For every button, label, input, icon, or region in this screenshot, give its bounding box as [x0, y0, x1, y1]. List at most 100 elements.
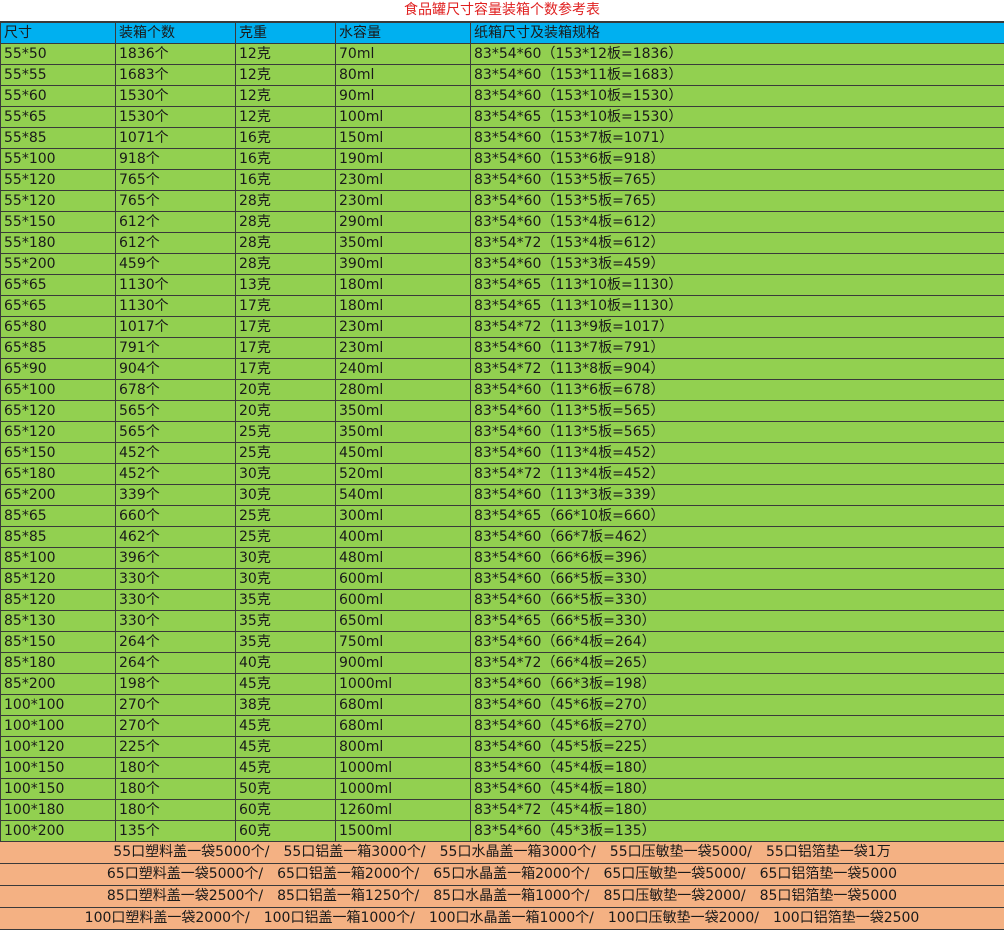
cell-capacity[interactable]: 1500ml [336, 821, 471, 842]
cell-size[interactable]: 65*80 [1, 317, 116, 338]
cell-capacity[interactable]: 650ml [336, 611, 471, 632]
cell-count[interactable]: 612个 [116, 212, 236, 233]
cell-count[interactable]: 264个 [116, 632, 236, 653]
cell-size[interactable]: 100*180 [1, 800, 116, 821]
cell-carton[interactable]: 83*54*65（153*10板=1530） [471, 107, 1004, 128]
cell-carton[interactable]: 83*54*72（153*4板=612） [471, 233, 1004, 254]
cell-carton[interactable]: 83*54*60（45*4板=180） [471, 758, 1004, 779]
cell-weight[interactable]: 35克 [236, 590, 336, 611]
cell-size[interactable]: 65*150 [1, 443, 116, 464]
cell-size[interactable]: 55*50 [1, 44, 116, 65]
cell-count[interactable]: 135个 [116, 821, 236, 842]
cell-size[interactable]: 65*100 [1, 380, 116, 401]
cell-capacity[interactable]: 1260ml [336, 800, 471, 821]
cell-size[interactable]: 65*65 [1, 275, 116, 296]
cell-count[interactable]: 452个 [116, 443, 236, 464]
cell-count[interactable]: 264个 [116, 653, 236, 674]
cell-size[interactable]: 65*90 [1, 359, 116, 380]
cell-carton[interactable]: 83*54*60（45*6板=270） [471, 695, 1004, 716]
cell-capacity[interactable]: 350ml [336, 233, 471, 254]
cell-capacity[interactable]: 1000ml [336, 674, 471, 695]
cell-size[interactable]: 85*85 [1, 527, 116, 548]
cell-carton[interactable]: 83*54*65（113*10板=1130） [471, 296, 1004, 317]
cell-size[interactable]: 55*120 [1, 191, 116, 212]
cell-count[interactable]: 678个 [116, 380, 236, 401]
cell-count[interactable]: 270个 [116, 716, 236, 737]
cell-weight[interactable]: 16克 [236, 128, 336, 149]
cell-capacity[interactable]: 750ml [336, 632, 471, 653]
cell-weight[interactable]: 60克 [236, 821, 336, 842]
cell-capacity[interactable]: 1000ml [336, 779, 471, 800]
cell-capacity[interactable]: 230ml [336, 170, 471, 191]
cell-size[interactable]: 100*200 [1, 821, 116, 842]
cell-count[interactable]: 180个 [116, 758, 236, 779]
cell-weight[interactable]: 28克 [236, 191, 336, 212]
cell-carton[interactable]: 83*54*72（113*9板=1017） [471, 317, 1004, 338]
cell-capacity[interactable]: 900ml [336, 653, 471, 674]
cell-capacity[interactable]: 80ml [336, 65, 471, 86]
cell-size[interactable]: 55*100 [1, 149, 116, 170]
cell-capacity[interactable]: 390ml [336, 254, 471, 275]
cell-carton[interactable]: 83*54*65（66*10板=660） [471, 506, 1004, 527]
cell-capacity[interactable]: 1000ml [336, 758, 471, 779]
cell-weight[interactable]: 40克 [236, 653, 336, 674]
header-count[interactable]: 装箱个数 [116, 23, 236, 44]
cell-size[interactable]: 55*180 [1, 233, 116, 254]
cell-size[interactable]: 100*100 [1, 695, 116, 716]
cell-carton[interactable]: 83*54*65（113*10板=1130） [471, 275, 1004, 296]
cell-size[interactable]: 65*180 [1, 464, 116, 485]
cell-capacity[interactable]: 180ml [336, 296, 471, 317]
cell-count[interactable]: 565个 [116, 401, 236, 422]
cell-carton[interactable]: 83*54*72（45*4板=180） [471, 800, 1004, 821]
cell-weight[interactable]: 17克 [236, 338, 336, 359]
footer-row[interactable]: 55口塑料盖一袋5000个/55口铝盖一箱3000个/55口水晶盖一箱3000个… [0, 842, 1004, 864]
cell-carton[interactable]: 83*54*60（66*3板=198） [471, 674, 1004, 695]
cell-count[interactable]: 1683个 [116, 65, 236, 86]
cell-count[interactable]: 918个 [116, 149, 236, 170]
cell-weight[interactable]: 20克 [236, 401, 336, 422]
cell-capacity[interactable]: 90ml [336, 86, 471, 107]
cell-capacity[interactable]: 450ml [336, 443, 471, 464]
cell-count[interactable]: 330个 [116, 569, 236, 590]
cell-count[interactable]: 339个 [116, 485, 236, 506]
cell-carton[interactable]: 83*54*60（153*6板=918） [471, 149, 1004, 170]
cell-capacity[interactable]: 190ml [336, 149, 471, 170]
cell-weight[interactable]: 45克 [236, 716, 336, 737]
cell-weight[interactable]: 45克 [236, 674, 336, 695]
header-carton[interactable]: 纸箱尺寸及装箱规格 [471, 23, 1004, 44]
cell-carton[interactable]: 83*54*60（113*5板=565） [471, 401, 1004, 422]
footer-row[interactable]: 65口塑料盖一袋5000个/65口铝盖一箱2000个/65口水晶盖一箱2000个… [0, 864, 1004, 886]
cell-carton[interactable]: 83*54*60（113*5板=565） [471, 422, 1004, 443]
cell-carton[interactable]: 83*54*72（113*4板=452） [471, 464, 1004, 485]
cell-carton[interactable]: 83*54*60（66*6板=396） [471, 548, 1004, 569]
cell-size[interactable]: 55*200 [1, 254, 116, 275]
cell-capacity[interactable]: 480ml [336, 548, 471, 569]
cell-size[interactable]: 65*65 [1, 296, 116, 317]
cell-capacity[interactable]: 600ml [336, 590, 471, 611]
cell-capacity[interactable]: 350ml [336, 401, 471, 422]
cell-count[interactable]: 1130个 [116, 296, 236, 317]
cell-size[interactable]: 55*120 [1, 170, 116, 191]
cell-carton[interactable]: 83*54*60（66*7板=462） [471, 527, 1004, 548]
cell-count[interactable]: 612个 [116, 233, 236, 254]
cell-size[interactable]: 100*150 [1, 758, 116, 779]
cell-weight[interactable]: 17克 [236, 317, 336, 338]
cell-weight[interactable]: 12克 [236, 86, 336, 107]
cell-capacity[interactable]: 680ml [336, 716, 471, 737]
cell-count[interactable]: 462个 [116, 527, 236, 548]
cell-weight[interactable]: 25克 [236, 443, 336, 464]
cell-capacity[interactable]: 800ml [336, 737, 471, 758]
cell-count[interactable]: 396个 [116, 548, 236, 569]
cell-weight[interactable]: 30克 [236, 569, 336, 590]
cell-size[interactable]: 85*120 [1, 590, 116, 611]
cell-size[interactable]: 65*120 [1, 401, 116, 422]
cell-size[interactable]: 65*85 [1, 338, 116, 359]
cell-weight[interactable]: 38克 [236, 695, 336, 716]
cell-count[interactable]: 1071个 [116, 128, 236, 149]
cell-carton[interactable]: 83*54*60（113*4板=452） [471, 443, 1004, 464]
cell-carton[interactable]: 83*54*60（153*3板=459） [471, 254, 1004, 275]
cell-capacity[interactable]: 600ml [336, 569, 471, 590]
cell-count[interactable]: 565个 [116, 422, 236, 443]
cell-capacity[interactable]: 70ml [336, 44, 471, 65]
cell-size[interactable]: 65*120 [1, 422, 116, 443]
